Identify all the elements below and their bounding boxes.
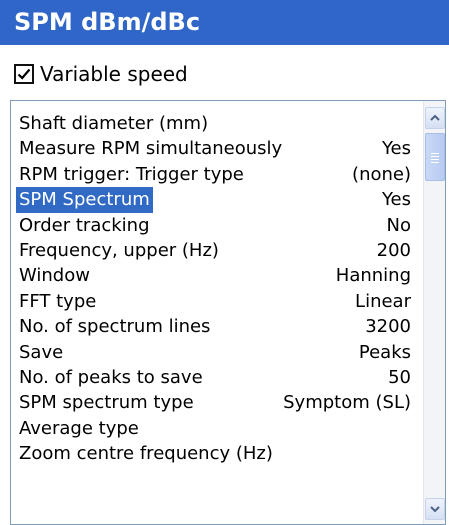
list-item[interactable]: Save Peaks <box>11 340 421 365</box>
list-item-label: Average type <box>19 417 139 439</box>
list-item[interactable]: Window Hanning <box>11 263 421 288</box>
list-item-label: RPM trigger: Trigger type <box>19 163 244 185</box>
list-item-label: Window <box>19 265 90 287</box>
list-item-label: SPM Spectrum <box>16 187 153 213</box>
list-item-label: Frequency, upper (Hz) <box>19 239 219 261</box>
list-item-value: Yes <box>381 189 411 211</box>
settings-list[interactable]: Shaft diameter (mm) Measure RPM simultane… <box>10 100 446 525</box>
list-item-label: Shaft diameter (mm) <box>19 113 209 134</box>
list-item[interactable]: RPM trigger: Trigger type (none) <box>11 162 421 187</box>
scroll-grip-line <box>431 159 439 160</box>
spm-settings-panel: SPM dBm/dBc Variable speed Shaft diamete… <box>0 0 449 525</box>
list-item-value: Linear <box>355 290 411 312</box>
list-item-value: Symptom (SL) <box>283 392 411 414</box>
scroll-grip-line <box>431 162 439 163</box>
scroll-down-button[interactable] <box>425 498 445 520</box>
scroll-up-button[interactable] <box>425 107 445 129</box>
scroll-grip-line <box>431 156 439 157</box>
list-item-value: 3200 <box>365 316 411 338</box>
list-item-label: Zoom centre frequency (Hz) <box>19 443 273 465</box>
list-item-value: Hanning <box>335 265 411 287</box>
list-item[interactable]: No. of spectrum lines 3200 <box>11 314 421 339</box>
list-item[interactable]: Shaft diameter (mm) <box>11 111 421 136</box>
list-item-label: Order tracking <box>19 214 150 236</box>
list-item[interactable]: FFT type Linear <box>11 289 421 314</box>
settings-list-items: Shaft diameter (mm) Measure RPM simultane… <box>11 111 421 466</box>
list-item-label: No. of spectrum lines <box>19 316 211 338</box>
checkmark-icon <box>17 68 31 80</box>
panel-title: SPM dBm/dBc <box>0 0 449 45</box>
list-item[interactable]: Zoom centre frequency (Hz) <box>11 441 421 466</box>
list-item[interactable]: No. of peaks to save 50 <box>11 365 421 390</box>
scroll-grip-line <box>431 153 439 154</box>
chevron-down-icon <box>430 506 440 513</box>
list-item-label: Save <box>19 341 64 363</box>
list-item-value: 200 <box>376 239 411 261</box>
list-item-label: FFT type <box>19 290 97 312</box>
vertical-scrollbar[interactable] <box>423 101 445 524</box>
list-item[interactable]: SPM spectrum type Symptom (SL) <box>11 390 421 415</box>
chevron-up-icon <box>430 114 440 121</box>
list-item-value: (none) <box>352 163 411 185</box>
list-item-value: No <box>386 214 411 236</box>
list-item-label: No. of peaks to save <box>19 366 203 388</box>
variable-speed-checkbox[interactable] <box>14 64 34 84</box>
list-item-label: Measure RPM simultaneously <box>19 138 283 160</box>
list-item-label: SPM spectrum type <box>19 392 194 414</box>
list-item[interactable]: Average type <box>11 416 421 441</box>
list-item-value: Peaks <box>358 341 411 363</box>
list-item[interactable]: SPM Spectrum Yes <box>11 187 421 213</box>
list-item-value: 50 <box>388 366 411 388</box>
list-item[interactable]: Frequency, upper (Hz) 200 <box>11 238 421 263</box>
variable-speed-checkbox-row[interactable]: Variable speed <box>14 60 188 88</box>
list-item-value: Yes <box>381 138 411 160</box>
list-item[interactable]: Order tracking No <box>11 213 421 238</box>
scroll-thumb[interactable] <box>425 133 445 181</box>
variable-speed-label: Variable speed <box>40 62 188 86</box>
list-item[interactable]: Measure RPM simultaneously Yes <box>11 136 421 161</box>
